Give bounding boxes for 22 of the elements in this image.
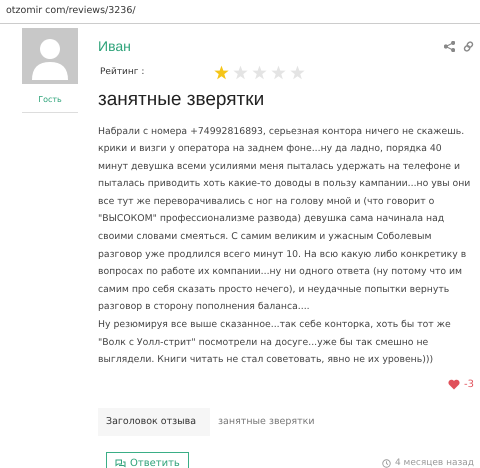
likes-count: -3 bbox=[464, 378, 474, 392]
detail-label: Заголовок отзыва bbox=[98, 408, 210, 436]
rating-label: Рейтинг : bbox=[99, 66, 146, 79]
empty-star-icon bbox=[252, 65, 267, 80]
link-icon[interactable] bbox=[463, 41, 474, 52]
reply-button[interactable]: Ответить bbox=[106, 452, 189, 468]
empty-star-icon bbox=[233, 65, 248, 80]
url-text: otzomir com/reviews/3236/ bbox=[6, 5, 136, 16]
detail-value: занятные зверятки bbox=[217, 414, 316, 429]
author-name[interactable]: Иван bbox=[98, 36, 131, 57]
share-icon[interactable] bbox=[444, 41, 455, 52]
filled-star-icon bbox=[214, 65, 229, 80]
timestamp: 4 месяцев назад bbox=[394, 456, 474, 468]
chat-icon bbox=[115, 458, 126, 468]
clock-icon bbox=[382, 459, 391, 468]
empty-star-icon bbox=[271, 65, 286, 80]
review-text: Ну резюмируя все выше сказанное...так себе конторка, хоть бы тот же "Волк с Уолл-стрит" посмотрели на досуге...уже бы так смешно не выглядели. Книги читать не стал советовать, явно не их уровень))) bbox=[98, 318, 452, 368]
heart-icon[interactable] bbox=[448, 378, 460, 390]
review-title: занятные зверятки bbox=[98, 88, 266, 112]
empty-star-icon bbox=[290, 65, 305, 80]
user-role: Гость bbox=[22, 84, 78, 113]
review-text: Набрали с номера +74992816893, серьезная контора ничего не скажешь. крики и визги у оператора на заднем фоне...ну да ладно, порядка 40 минут девушка всеми усилиями меня пыталась удержать на телефоне и пыталась приводить хоть какие-то доводы в пользу кампании...но увы они все тут же переворачивались с ног на голову мной и (что говорит о "ВЫСОКОМ" профессионализме развода) девушка сама начинала над своими словами смеяться. С самим великим и ужасным Соболевым разговор уже продлился всего минут 10. На всю какую либо конкретику в вопросах по работе их компании...ну ни одного ответа (ну потому что им самим про себя сказать просто нечего), и неудачные попытки вернуть разговор в сторону пополнения баланса.... bbox=[98, 124, 472, 314]
